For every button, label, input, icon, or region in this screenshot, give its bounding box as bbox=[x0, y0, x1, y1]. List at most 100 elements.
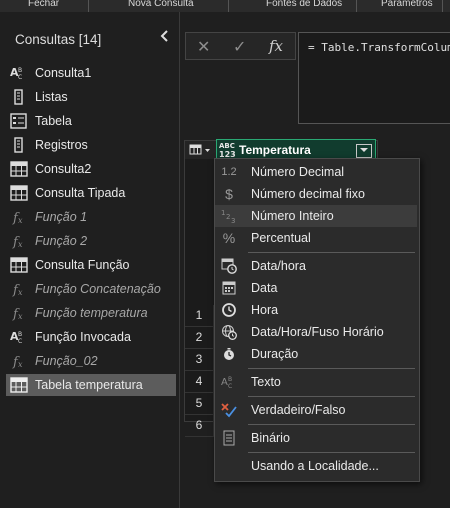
query-item[interactable]: fx Função 1 bbox=[6, 206, 176, 228]
query-label: Listas bbox=[35, 90, 68, 104]
text-type-icon: ABC bbox=[10, 329, 28, 345]
svg-text:x: x bbox=[18, 240, 23, 249]
date-icon bbox=[221, 280, 237, 296]
menu-item-label: Texto bbox=[251, 375, 281, 389]
menu-data-sources[interactable]: Fontes de Dados bbox=[266, 0, 342, 9]
query-label: Função 1 bbox=[35, 210, 88, 224]
menu-divider bbox=[248, 452, 415, 453]
menu-item-label: Número Inteiro bbox=[251, 209, 334, 223]
menu-item-using-locale[interactable]: Usando a Localidade... bbox=[215, 455, 417, 477]
menu-item-binary[interactable]: Binário bbox=[215, 427, 417, 449]
query-item[interactable]: ABC Consulta1 bbox=[6, 62, 176, 84]
svg-text:ABC: ABC bbox=[219, 142, 235, 150]
svg-text:C: C bbox=[228, 383, 232, 390]
query-label: Função temperatura bbox=[35, 306, 148, 320]
query-item[interactable]: ABC Função Invocada bbox=[6, 326, 176, 348]
menu-item-label: Verdadeiro/Falso bbox=[251, 403, 346, 417]
menu-new-query[interactable]: Nova Consulta bbox=[128, 0, 194, 9]
function-icon: fx bbox=[10, 281, 28, 298]
menu-item-whole-number[interactable]: 123 Número Inteiro bbox=[215, 205, 417, 227]
table-icon bbox=[10, 257, 28, 273]
chevron-down-icon bbox=[360, 148, 368, 152]
menu-item-label: Número Decimal bbox=[251, 165, 345, 179]
table-icon bbox=[10, 161, 28, 177]
query-label: Função Concatenação bbox=[35, 282, 161, 296]
query-label: Função_02 bbox=[35, 354, 98, 368]
svg-text:C: C bbox=[18, 338, 22, 345]
ribbon-bar: Fechar Nova Consulta Fontes de Dados Par… bbox=[0, 0, 450, 12]
query-item[interactable]: fx Função temperatura bbox=[6, 302, 176, 324]
query-label: Consulta Tipada bbox=[35, 186, 126, 200]
row-number: 2 bbox=[185, 327, 214, 349]
duration-icon bbox=[221, 346, 237, 362]
whole-number-icon: 123 bbox=[221, 208, 237, 225]
menu-item-decimal[interactable]: 1.2 Número Decimal bbox=[215, 161, 417, 183]
datetime-icon bbox=[221, 258, 237, 274]
ribbon-divider bbox=[442, 0, 443, 12]
menu-item-time[interactable]: Hora bbox=[215, 299, 417, 321]
binary-icon bbox=[221, 430, 237, 446]
decimal-icon: 1.2 bbox=[221, 166, 237, 178]
menu-parameters[interactable]: Parâmetros bbox=[381, 0, 433, 9]
query-item[interactable]: Consulta2 bbox=[6, 158, 176, 180]
svg-text:x: x bbox=[18, 360, 23, 369]
ribbon-divider bbox=[88, 0, 89, 12]
insert-function-button[interactable]: fx bbox=[269, 37, 283, 55]
row-number: 1 bbox=[185, 305, 214, 327]
menu-item-datetimezone[interactable]: Data/Hora/Fuso Horário bbox=[215, 321, 417, 343]
commit-edit-button[interactable]: ✓ bbox=[233, 37, 246, 57]
svg-text:1: 1 bbox=[221, 209, 225, 217]
svg-text:2: 2 bbox=[226, 213, 230, 221]
formula-text: = Table.TransformColum bbox=[308, 41, 450, 54]
queries-pane-title: Consultas [14] bbox=[15, 32, 102, 47]
menu-item-datetime[interactable]: Data/hora bbox=[215, 255, 417, 277]
menu-item-label: Data/Hora/Fuso Horário bbox=[251, 325, 384, 339]
cancel-edit-button[interactable]: ✕ bbox=[197, 37, 210, 57]
menu-item-percent[interactable]: % Percentual bbox=[215, 227, 417, 249]
menu-item-fixed-decimal[interactable]: $ Número decimal fixo bbox=[215, 183, 417, 205]
svg-text:A: A bbox=[221, 377, 228, 388]
menu-item-duration[interactable]: Duração bbox=[215, 343, 417, 365]
query-label: Consulta2 bbox=[35, 162, 92, 176]
menu-item-text[interactable]: ABC Texto bbox=[215, 371, 417, 393]
menu-divider bbox=[248, 396, 415, 397]
column-name: Temperatura bbox=[239, 143, 311, 157]
menu-close[interactable]: Fechar bbox=[28, 0, 59, 9]
menu-item-label: Hora bbox=[251, 303, 279, 317]
svg-text:x: x bbox=[18, 312, 23, 321]
percent-icon: % bbox=[222, 230, 236, 246]
query-item[interactable]: fx Função 2 bbox=[6, 230, 176, 252]
query-label: Consulta Função bbox=[35, 258, 130, 272]
row-number: 5 bbox=[185, 393, 214, 415]
menu-divider bbox=[248, 424, 415, 425]
query-label: Registros bbox=[35, 138, 88, 152]
query-label: Tabela temperatura bbox=[35, 378, 143, 392]
collapse-pane-button[interactable] bbox=[160, 29, 170, 45]
menu-item-date[interactable]: Data bbox=[215, 277, 417, 299]
query-item[interactable]: Tabela bbox=[6, 110, 176, 132]
query-item[interactable]: Registros bbox=[6, 134, 176, 156]
function-icon: fx bbox=[10, 233, 28, 250]
query-item[interactable]: Consulta Função bbox=[6, 254, 176, 276]
clock-icon bbox=[221, 302, 237, 318]
column-filter-dropdown[interactable] bbox=[356, 144, 372, 158]
text-type-icon: ABC bbox=[221, 374, 237, 390]
query-item[interactable]: Listas bbox=[6, 86, 176, 108]
query-item[interactable]: Consulta Tipada bbox=[6, 182, 176, 204]
text-type-icon: ABC bbox=[10, 65, 28, 81]
formula-input[interactable]: = Table.TransformColum bbox=[298, 32, 450, 124]
table-menu-button[interactable] bbox=[185, 141, 217, 159]
table-icon bbox=[10, 377, 28, 393]
menu-item-boolean[interactable]: Verdadeiro/Falso bbox=[215, 399, 417, 421]
query-item[interactable]: fx Função_02 bbox=[6, 350, 176, 372]
list-icon bbox=[10, 137, 28, 153]
query-item[interactable]: fx Função Concatenação bbox=[6, 278, 176, 300]
query-label: Consulta1 bbox=[35, 66, 92, 80]
query-label: Função 2 bbox=[35, 234, 88, 248]
ribbon-divider bbox=[356, 0, 357, 12]
query-item-selected[interactable]: Tabela temperatura bbox=[6, 374, 176, 396]
table-icon bbox=[189, 144, 210, 155]
menu-item-label: Percentual bbox=[251, 231, 311, 245]
row-number: 6 bbox=[185, 415, 214, 437]
query-label: Tabela bbox=[35, 114, 72, 128]
